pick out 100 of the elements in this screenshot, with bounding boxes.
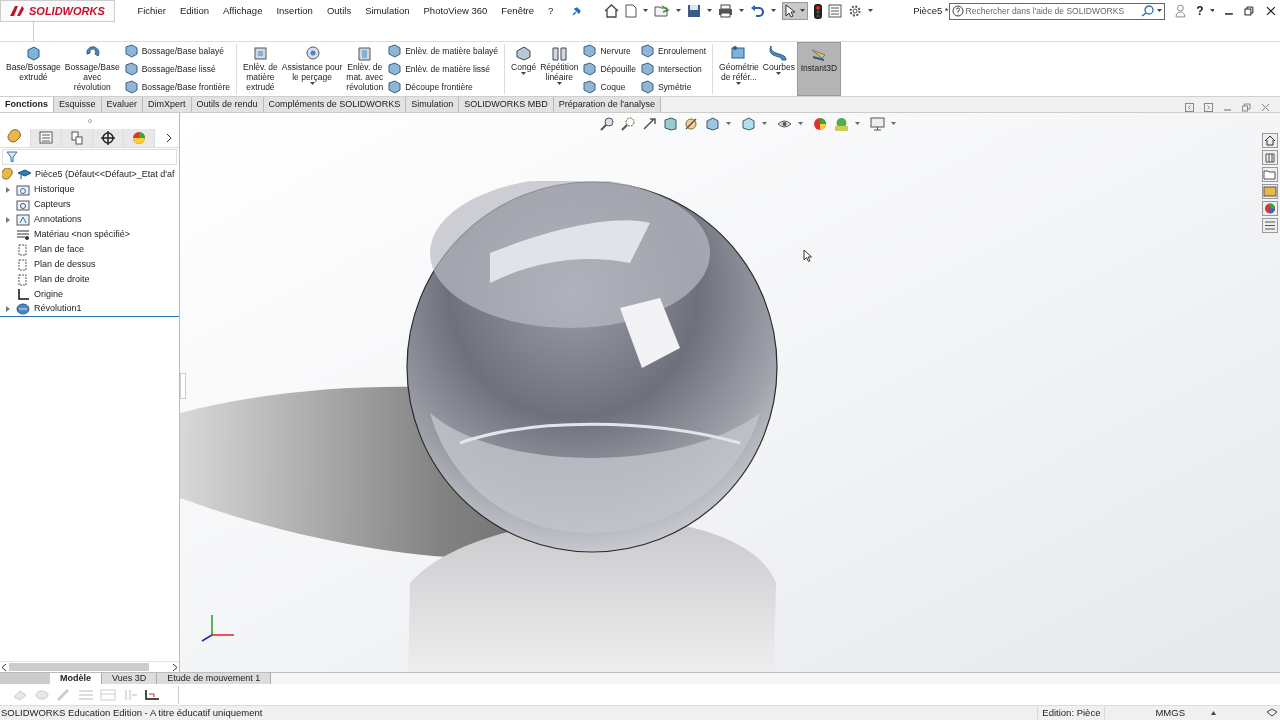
bottom-tab[interactable]: Etude de mouvement 1 (157, 673, 272, 684)
scrollbar-thumb[interactable] (9, 663, 149, 671)
ribbon-button[interactable]: Coque (582, 79, 636, 95)
caret-icon[interactable] (726, 122, 731, 126)
pane-left-icon[interactable] (1185, 103, 1194, 112)
caret-icon[interactable] (798, 122, 803, 126)
command-tab[interactable]: Outils de rendu (191, 97, 264, 112)
open-folder-icon[interactable] (654, 4, 671, 18)
ribbon-button[interactable]: Dépouille (582, 61, 636, 77)
menu-item[interactable]: Insertion (276, 3, 313, 19)
folder-icon[interactable] (1262, 167, 1278, 182)
bottom-tab[interactable]: Vues 3D (102, 673, 158, 684)
ribbon-button[interactable]: Enlèv. de matière lissé (387, 61, 499, 77)
help-button[interactable]: ? (1196, 2, 1204, 20)
ribbon-button[interactable]: Découpe frontière (387, 79, 499, 95)
command-tab[interactable]: DimXpert (143, 97, 192, 112)
menu-item[interactable]: PhotoView 360 (423, 3, 488, 19)
undo-icon[interactable] (750, 4, 766, 18)
tree-item[interactable]: Révolution1 (0, 302, 179, 317)
feature-icon[interactable] (684, 117, 699, 131)
tree-item[interactable]: Annotations (0, 212, 179, 227)
cube-icon[interactable] (741, 117, 756, 131)
select-button[interactable] (782, 2, 809, 20)
caret-icon[interactable] (771, 9, 777, 13)
eye-icon[interactable] (777, 117, 792, 131)
ribbon-button[interactable]: Bossage/Base lissé (123, 61, 230, 77)
command-tab[interactable]: Fonctions (0, 97, 54, 112)
caret-icon[interactable] (762, 122, 767, 126)
ribbon-button[interactable]: Courbes (760, 42, 797, 96)
command-tab[interactable]: SOLIDWORKS MBD (459, 97, 554, 112)
caret-icon[interactable] (855, 122, 860, 126)
ribbon-button[interactable]: Enroulement (639, 43, 707, 59)
tree-item[interactable]: Historique (0, 182, 179, 197)
previous-view-icon[interactable] (642, 117, 657, 131)
ribbon-button[interactable]: Symétrie (639, 79, 707, 95)
tree-item[interactable]: Matériau <non spécifié> (0, 227, 179, 242)
menu-item[interactable]: Fenêtre (501, 3, 535, 19)
zoom-fit-icon[interactable] (600, 117, 615, 131)
ribbon-button[interactable]: Bossage/Base balayé (123, 43, 230, 59)
ribbon-button[interactable]: Enlèv. de matière extrudé (241, 42, 280, 96)
caret-icon[interactable] (643, 9, 649, 13)
ribbon-button[interactable]: Enlèv. de matière balayé (387, 43, 499, 59)
caret-up-icon[interactable] (1211, 711, 1216, 715)
user-icon[interactable] (1175, 4, 1187, 18)
cube-icon[interactable] (705, 117, 720, 131)
bottom-tab[interactable]: Modèle (50, 673, 102, 684)
tree-item[interactable]: Plan de droite (0, 272, 179, 287)
settings-icon[interactable] (848, 4, 863, 18)
section-view-icon[interactable] (663, 117, 678, 131)
home-icon[interactable] (604, 4, 620, 18)
command-tab[interactable]: Simulation (406, 97, 460, 112)
scroll-left-icon[interactable] (0, 662, 9, 672)
ribbon-button[interactable]: Assistance pour le perçage (279, 42, 345, 96)
menu-item[interactable]: Simulation (365, 3, 410, 19)
ribbon-button[interactable]: Bossage/Base avec révolution (62, 42, 122, 96)
menu-item[interactable]: Edition (179, 3, 209, 19)
scroll-right-icon[interactable] (170, 662, 179, 672)
pane-right-icon[interactable] (1204, 103, 1213, 112)
tree-item[interactable]: Plan de face (0, 242, 179, 257)
home-icon[interactable] (1262, 133, 1278, 148)
tree-item[interactable]: Capteurs (0, 197, 179, 212)
splitter-handle[interactable] (180, 373, 186, 399)
ribbon-button[interactable]: Congé (509, 42, 539, 96)
menu-item[interactable]: Affichage (223, 3, 263, 19)
properties-icon[interactable] (1262, 218, 1278, 233)
tree-item[interactable]: Pièce5 (Défaut<<Défaut>_Etat d'af (0, 167, 179, 182)
ribbon-button[interactable]: Bossage/Base frontière (123, 79, 230, 95)
search-bar[interactable]: Rechercher dans l'aide de SOLIDWORKS (948, 2, 1166, 20)
appearance-icon[interactable] (813, 117, 828, 131)
pin-icon[interactable] (571, 5, 583, 17)
library-icon[interactable] (1262, 150, 1278, 165)
menu-item[interactable]: Outils (326, 3, 352, 19)
command-tab[interactable]: Evaluer (101, 97, 144, 112)
caret-icon[interactable] (707, 9, 713, 13)
menu-item[interactable]: Fichier (137, 3, 166, 19)
search-field[interactable]: Rechercher dans l'aide de SOLIDWORKS (965, 4, 1140, 18)
filter-field[interactable] (2, 149, 177, 165)
monitor-icon[interactable] (870, 117, 885, 131)
ribbon-button[interactable]: Base/Bossage extrudé (4, 42, 63, 96)
traffic-light-icon[interactable] (814, 3, 823, 19)
view-palette-icon[interactable] (1262, 184, 1278, 199)
menu-item[interactable]: ? (548, 3, 554, 19)
command-tab[interactable]: Préparation de l'analyse (553, 97, 661, 112)
ribbon-button[interactable]: Géométrie de référ... (717, 42, 761, 96)
restore-icon[interactable] (1244, 6, 1255, 16)
zoom-area-icon[interactable] (621, 117, 636, 131)
ribbon-button[interactable]: Intersection (639, 61, 707, 77)
rebuild-icon[interactable] (1266, 708, 1278, 718)
ribbon-button[interactable]: Répétition linéaire (538, 42, 581, 96)
caret-icon[interactable] (891, 122, 896, 126)
print-icon[interactable] (718, 4, 734, 18)
save-icon[interactable] (687, 4, 702, 18)
close-icon[interactable] (1266, 6, 1276, 16)
new-document-icon[interactable] (625, 4, 638, 18)
graph-icon[interactable] (144, 688, 160, 701)
appearance-icon[interactable] (1262, 201, 1278, 216)
ribbon-button[interactable]: Instant3D (796, 42, 841, 96)
command-tab[interactable]: Compléments de SOLIDWORKS (263, 97, 407, 112)
caret-icon[interactable] (868, 9, 874, 13)
units-selector[interactable]: MMGS (1155, 705, 1185, 720)
